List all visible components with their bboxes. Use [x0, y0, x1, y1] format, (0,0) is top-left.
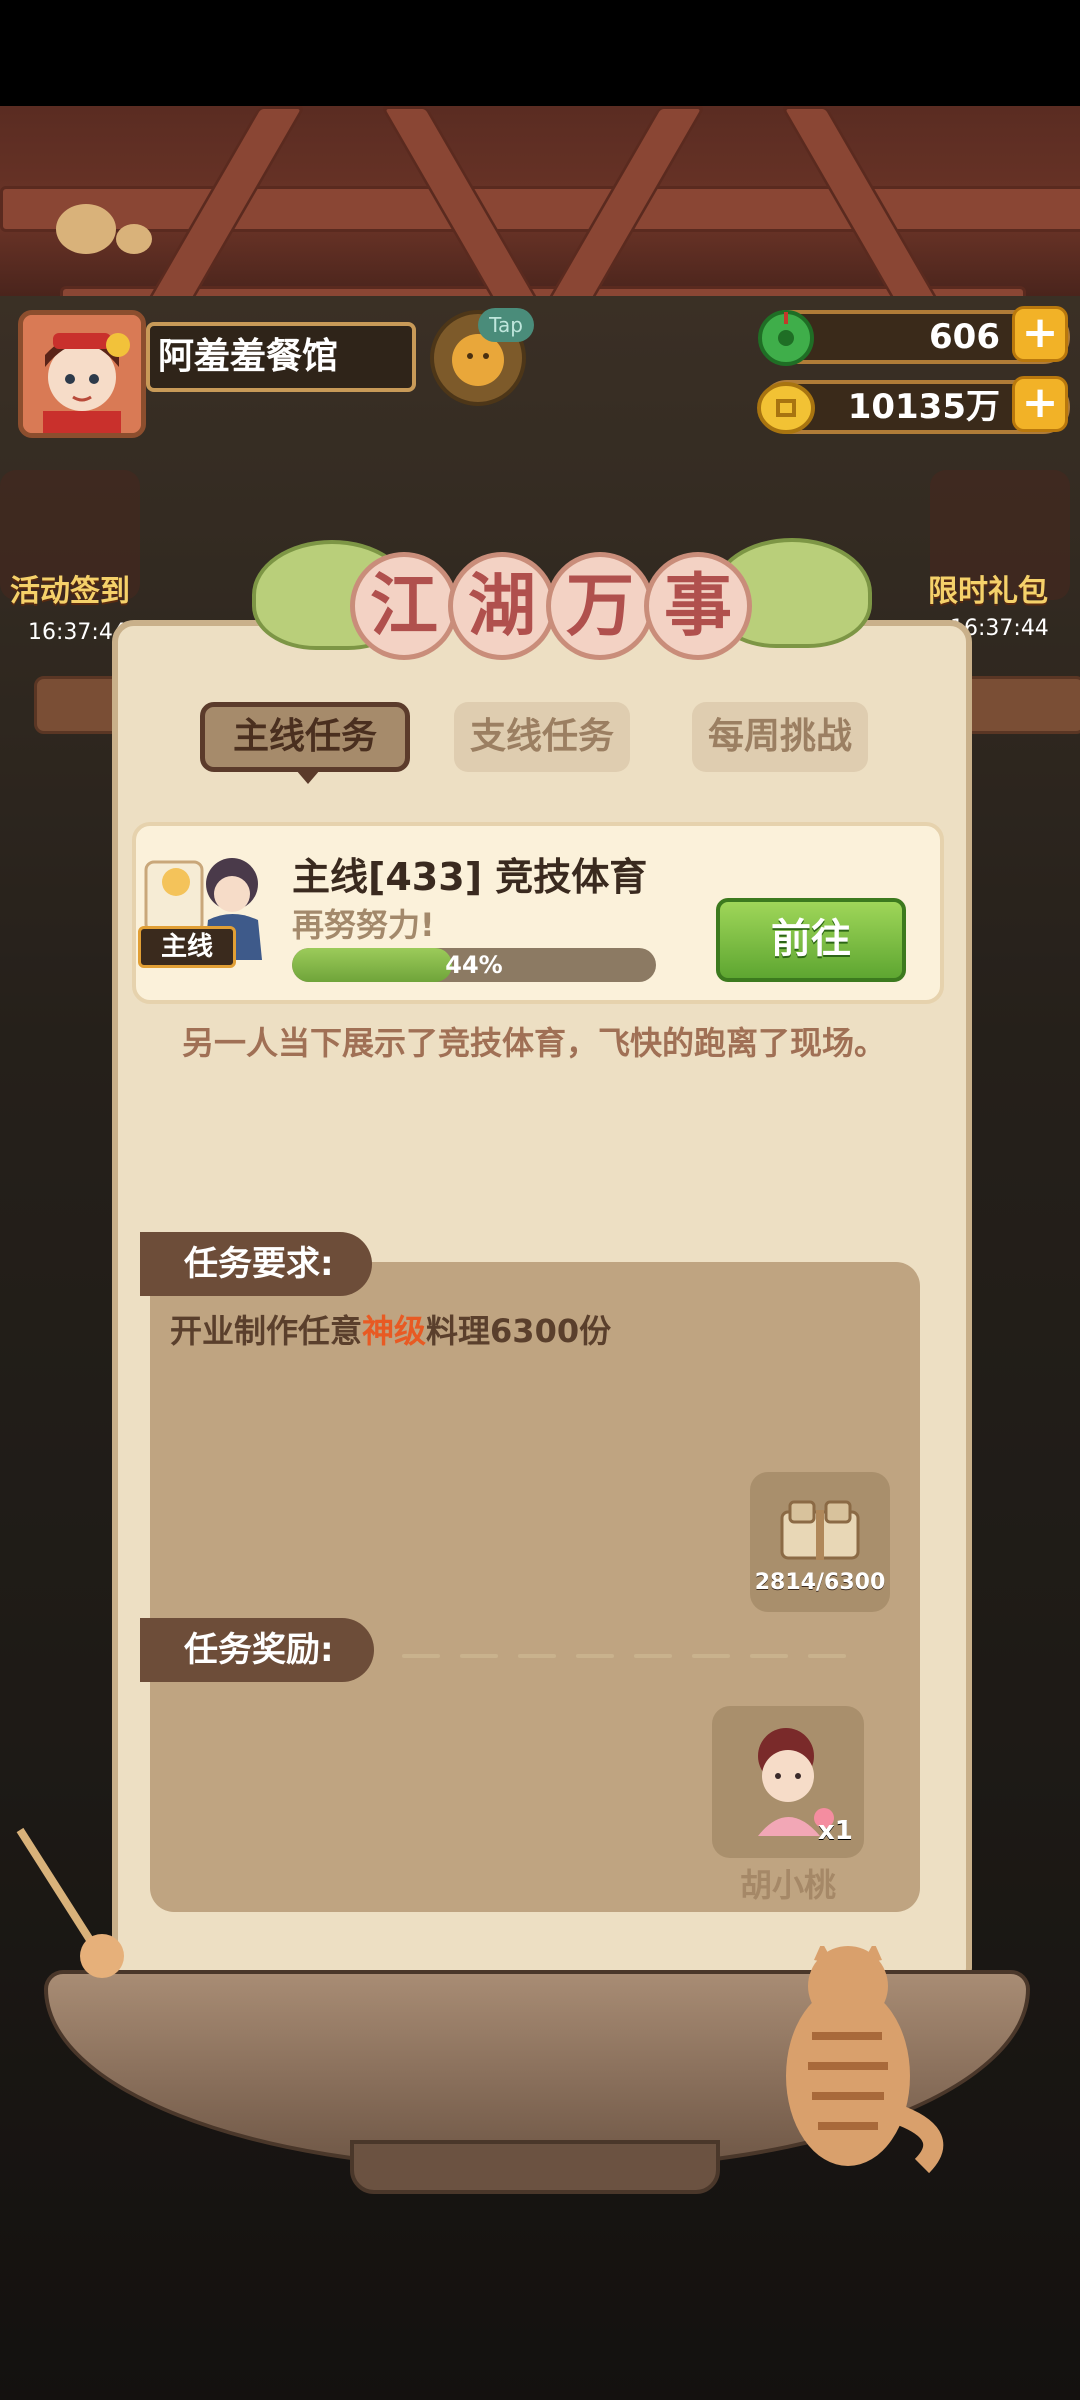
panel-title: 江 湖 万 事	[250, 546, 830, 666]
main-quest-tag: 主线	[138, 926, 236, 968]
divider-dash	[634, 1654, 672, 1658]
restaurant-name: 阿羞羞餐馆	[146, 322, 416, 392]
roof-background	[0, 106, 1080, 320]
add-coin-button[interactable]: +	[1012, 376, 1068, 432]
quest-description: 另一人当下展示了竞技体育，飞快的跑离了现场。	[182, 1024, 887, 1062]
reward-label: 任务奖励:	[140, 1618, 374, 1682]
requirement-label: 任务要求:	[140, 1232, 372, 1296]
reward-name: 胡小桃	[739, 1866, 836, 1904]
requirement-item-count: 2814/6300	[754, 1570, 886, 1595]
active-tab-pointer	[296, 770, 320, 784]
event-checkin-label: 活动签到	[10, 574, 130, 609]
scroll-bundle-icon	[780, 1500, 860, 1560]
tab-main-quest[interactable]: 主线任务	[200, 702, 410, 772]
coin-icon	[756, 376, 816, 436]
title-char: 湖	[448, 552, 556, 660]
tab-side-quest[interactable]: 支线任务	[454, 702, 630, 772]
jade-amount: 606	[929, 317, 1000, 357]
divider-dash	[576, 1654, 614, 1658]
progress-label: 44%	[445, 951, 503, 979]
add-jade-button[interactable]: +	[1012, 306, 1068, 362]
divider-dash	[808, 1654, 846, 1658]
requirement-highlight: 神级	[362, 1312, 427, 1350]
divider-dash	[460, 1654, 498, 1658]
quest-progress-bar: 44%	[292, 948, 656, 982]
divider-dash	[402, 1654, 440, 1658]
title-char: 江	[350, 552, 458, 660]
player-avatar[interactable]	[18, 310, 146, 438]
bowl-base	[350, 2140, 720, 2194]
title-char: 事	[644, 552, 752, 660]
divider-dash	[750, 1654, 788, 1658]
requirement-text: 开业制作任意神级料理6300份	[170, 1312, 612, 1350]
title-char: 万	[546, 552, 654, 660]
tab-weekly-challenge[interactable]: 每周挑战	[692, 702, 868, 772]
divider-dash	[518, 1654, 556, 1658]
divider-dash	[692, 1654, 730, 1658]
go-button[interactable]: 前往	[716, 898, 906, 982]
quest-title: 主线[433] 竞技体育	[292, 855, 648, 899]
tap-badge: Tap	[478, 308, 534, 342]
quest-subtitle: 再努努力!	[292, 906, 435, 944]
limited-gift-label: 限时礼包	[928, 574, 1048, 609]
skewer-decoration	[10, 1820, 150, 1980]
jade-icon	[756, 306, 816, 366]
cat-decoration	[752, 1942, 962, 2176]
coin-amount: 10135万	[847, 387, 1000, 427]
reward-quantity: x1	[818, 1816, 853, 1846]
status-bar	[0, 0, 1080, 106]
